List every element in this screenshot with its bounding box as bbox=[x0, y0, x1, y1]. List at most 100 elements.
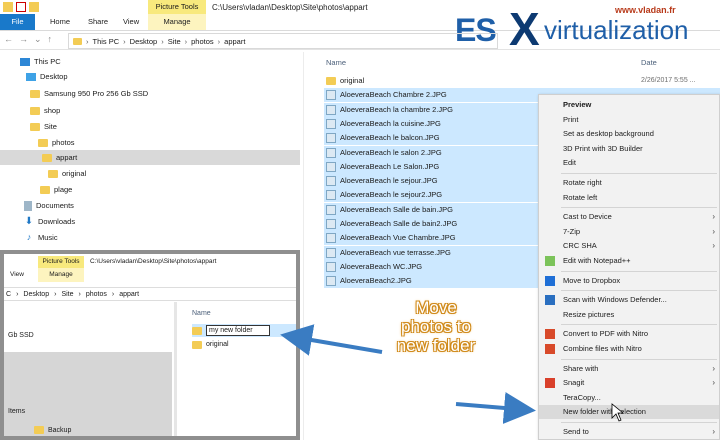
menu-item-edit-with-notepad[interactable]: Edit with Notepad++ bbox=[539, 254, 719, 268]
menu-item-rotate-right[interactable]: Rotate right bbox=[539, 176, 719, 190]
file-name: AloeveraBeach Chambre 2.JPG bbox=[340, 90, 447, 100]
menu-item-teracopy[interactable]: TeraCopy... bbox=[539, 391, 719, 405]
tree-item-samsung[interactable]: Samsung 950 Pro 256 Gb SSD bbox=[30, 86, 300, 101]
rename-input[interactable]: my new folder bbox=[206, 325, 270, 336]
chevron-down-icon[interactable]: ⌄ bbox=[34, 34, 42, 45]
tab-file[interactable]: File bbox=[0, 14, 35, 30]
file-name: AloeveraBeach WC.JPG bbox=[340, 261, 423, 271]
pane-divider[interactable] bbox=[303, 52, 304, 440]
file-name: AloeveraBeach Le Salon.JPG bbox=[340, 161, 440, 171]
image-file-icon bbox=[326, 147, 336, 158]
menu-item-share-with[interactable]: Share with › bbox=[539, 362, 719, 376]
tree-item-music[interactable]: ♪ Music bbox=[24, 230, 300, 245]
file-name: AloeveraBeach le salon 2.JPG bbox=[340, 147, 442, 157]
inset-crumb-c[interactable]: C bbox=[6, 291, 11, 298]
tree-item-photos[interactable]: photos bbox=[38, 135, 300, 150]
folder-row[interactable]: original 2/26/2017 5:55 ... bbox=[324, 74, 720, 88]
menu-item-combine-files-with-nitro[interactable]: Combine files with Nitro bbox=[539, 342, 719, 356]
crumb-desktop[interactable]: Desktop bbox=[130, 37, 158, 46]
chevron-right-icon: › bbox=[712, 212, 715, 222]
screenshot-root: Picture Tools C:\Users\vladan\Desktop\Si… bbox=[0, 0, 720, 440]
menu-item-3d-print-with-3d-builder[interactable]: 3D Print with 3D Builder bbox=[539, 142, 719, 156]
desktop-icon bbox=[26, 72, 36, 81]
forward-arrow-icon[interactable]: → bbox=[19, 34, 28, 45]
image-file-icon bbox=[326, 261, 336, 272]
tree-item-shop[interactable]: shop bbox=[30, 103, 300, 118]
tab-home[interactable]: Home bbox=[44, 14, 76, 30]
tree-item-desktop[interactable]: Desktop bbox=[26, 69, 300, 84]
column-header-name[interactable]: Name bbox=[326, 58, 346, 67]
tree-item-this-pc[interactable]: This PC bbox=[20, 54, 300, 69]
tree-item-documents[interactable]: Documents bbox=[24, 198, 300, 213]
menu-item-snagit[interactable]: Snagit › bbox=[539, 376, 719, 390]
menu-item-cast-to-device[interactable]: Cast to Device › bbox=[539, 210, 719, 224]
inset-crumb-photos[interactable]: photos bbox=[86, 291, 107, 298]
menu-item-label: Rotate right bbox=[563, 178, 602, 187]
file-name: AloeveraBeach vue terrasse.JPG bbox=[340, 247, 451, 257]
tab-share[interactable]: Share bbox=[82, 14, 114, 30]
menu-separator bbox=[561, 422, 717, 423]
inset-address-bar[interactable]: C › Desktop › Site › photos › appart bbox=[4, 287, 296, 301]
menu-item-move-to-dropbox[interactable]: Move to Dropbox bbox=[539, 274, 719, 288]
crumb-photos[interactable]: photos bbox=[191, 37, 214, 46]
dropbox-icon bbox=[545, 275, 555, 286]
inset-picture-tools-label: Picture Tools bbox=[38, 256, 84, 268]
pc-icon bbox=[20, 57, 30, 66]
menu-item-edit[interactable]: Edit bbox=[539, 156, 719, 170]
tree-item-appart[interactable]: appart bbox=[0, 150, 300, 165]
column-header-date[interactable]: Date bbox=[641, 58, 657, 67]
menu-item-crc-sha[interactable]: CRC SHA › bbox=[539, 239, 719, 253]
folder-icon[interactable] bbox=[3, 2, 13, 12]
address-bar[interactable]: › This PC › Desktop › Site › photos › ap… bbox=[68, 33, 498, 49]
inset-tree-item-backup[interactable]: Backup bbox=[34, 426, 71, 434]
tree-item-site[interactable]: Site bbox=[30, 119, 300, 134]
up-arrow-icon[interactable]: ↑ bbox=[48, 34, 53, 45]
inset-crumb-desktop[interactable]: Desktop bbox=[23, 291, 49, 298]
menu-item-label: New folder with selection bbox=[563, 407, 646, 417]
file-name: AloeveraBeach la cuisine.JPG bbox=[340, 118, 441, 128]
notepad-icon bbox=[545, 256, 555, 266]
menu-item-send-to[interactable]: Send to › bbox=[539, 425, 719, 439]
menu-item-set-as-desktop-background[interactable]: Set as desktop background bbox=[539, 127, 719, 141]
crumb-this-pc[interactable]: This PC bbox=[93, 37, 120, 46]
folder-icon[interactable] bbox=[29, 2, 39, 12]
inset-column-header-name[interactable]: Name bbox=[192, 310, 211, 317]
crumb-site[interactable]: Site bbox=[168, 37, 181, 46]
tab-manage[interactable]: Manage bbox=[148, 14, 206, 30]
inset-tab-manage[interactable]: Manage bbox=[38, 268, 84, 282]
inset-pane-divider[interactable] bbox=[174, 302, 177, 436]
menu-item-new-folder-with-selection[interactable]: New folder with selection bbox=[539, 405, 719, 420]
checkmark-icon[interactable] bbox=[16, 2, 26, 12]
inset-crumb-site[interactable]: Site bbox=[61, 291, 73, 298]
tab-view[interactable]: View bbox=[117, 14, 145, 30]
inset-crumb-appart[interactable]: appart bbox=[119, 291, 139, 298]
menu-item-label: Resize pictures bbox=[563, 309, 615, 319]
menu-item-print[interactable]: Print bbox=[539, 113, 719, 127]
menu-item-convert-to-pdf-with-nitro[interactable]: Convert to PDF with Nitro bbox=[539, 327, 719, 341]
tree-item-downloads[interactable]: ⬇ Downloads bbox=[24, 214, 300, 229]
menu-item-rotate-left[interactable]: Rotate left bbox=[539, 191, 719, 205]
file-name: AloeveraBeach Vue Chambre.JPG bbox=[340, 233, 456, 243]
menu-item-7-zip[interactable]: 7-Zip › bbox=[539, 225, 719, 239]
back-arrow-icon[interactable]: ← bbox=[4, 34, 13, 45]
chevron-right-icon: › bbox=[712, 363, 715, 373]
file-name: AloeveraBeach le sejour.JPG bbox=[340, 176, 438, 186]
inset-folder-original[interactable]: original bbox=[192, 338, 229, 351]
arrow-to-menu-item bbox=[455, 392, 536, 424]
file-name: AloeveraBeach Salle de bain.JPG bbox=[340, 204, 453, 214]
menu-item-preview[interactable]: Preview bbox=[539, 98, 719, 112]
folder-icon bbox=[34, 426, 44, 434]
inset-new-folder-row[interactable]: my new folder bbox=[192, 324, 296, 337]
tree-item-original[interactable]: original bbox=[48, 166, 300, 181]
tree-item-plage[interactable]: plage bbox=[40, 182, 300, 197]
inset-tab-view[interactable]: View bbox=[10, 268, 24, 282]
menu-item-label: Set as desktop background bbox=[563, 129, 654, 139]
menu-item-resize-pictures[interactable]: Resize pictures bbox=[539, 308, 719, 322]
crumb-appart[interactable]: appart bbox=[224, 37, 245, 46]
menu-item-scan-with-windows-defender[interactable]: Scan with Windows Defender... bbox=[539, 293, 719, 307]
inset-tree-item-ssd[interactable]: Gb SSD bbox=[8, 332, 34, 339]
menu-item-label: Share with bbox=[563, 363, 599, 373]
chevron-right-icon: › bbox=[712, 226, 715, 236]
folder-icon bbox=[192, 326, 202, 335]
inset-tree-item-items[interactable]: Items bbox=[8, 408, 25, 415]
